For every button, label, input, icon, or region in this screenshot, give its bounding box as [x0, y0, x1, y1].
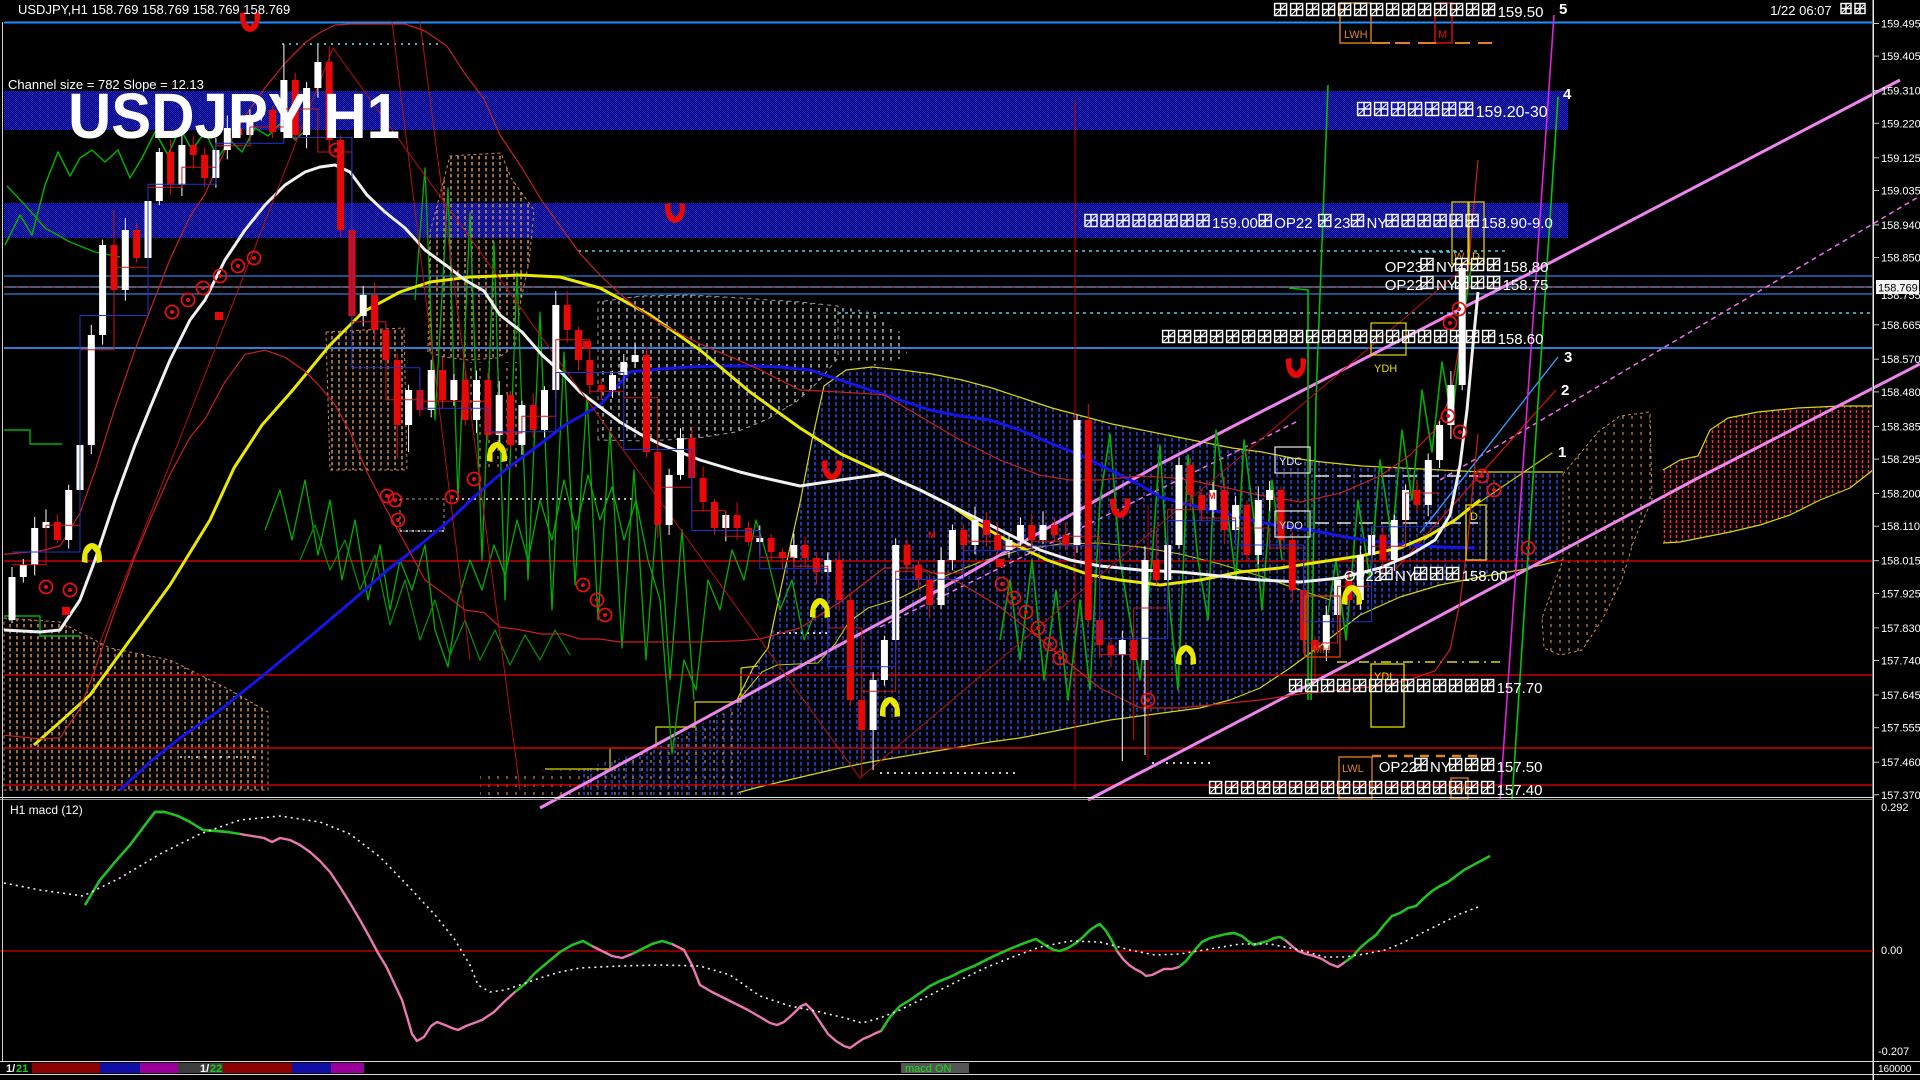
svg-text:158.769: 158.769 [1878, 283, 1918, 295]
svg-text:NY: NY [1395, 568, 1416, 585]
svg-text:4: 4 [1563, 86, 1572, 103]
svg-text:158.665: 158.665 [1881, 320, 1920, 332]
svg-text:157.925: 157.925 [1881, 588, 1920, 600]
svg-text:159.00: 159.00 [1212, 215, 1258, 232]
svg-text:157.370: 157.370 [1881, 790, 1920, 802]
svg-text:157.830: 157.830 [1881, 623, 1920, 635]
svg-text:160000: 160000 [1878, 1064, 1912, 1075]
svg-text:NY: NY [1436, 259, 1457, 276]
svg-text:159.220: 159.220 [1881, 118, 1920, 130]
svg-text:OP23: OP23 [1385, 259, 1423, 276]
svg-text:M: M [1208, 491, 1216, 501]
svg-text:159.405: 159.405 [1881, 51, 1920, 63]
svg-text:NY: NY [1430, 759, 1451, 776]
svg-text:YDO: YDO [1279, 520, 1303, 532]
svg-text:158.60: 158.60 [1498, 331, 1544, 348]
svg-text:2: 2 [1561, 382, 1569, 399]
svg-text:158.015: 158.015 [1881, 556, 1920, 568]
svg-text:159.125: 159.125 [1881, 153, 1920, 165]
svg-text:LWH: LWH [1344, 29, 1368, 41]
svg-text:159.20-30: 159.20-30 [1476, 104, 1548, 121]
svg-text:OP22: OP22 [1344, 568, 1382, 585]
svg-text:0.292: 0.292 [1881, 802, 1909, 814]
svg-text:22: 22 [210, 1063, 222, 1075]
svg-text:23: 23 [1334, 215, 1351, 232]
svg-text:158.295: 158.295 [1881, 454, 1920, 466]
svg-text:159.310: 159.310 [1881, 86, 1920, 98]
svg-text:D: D [1470, 511, 1478, 523]
svg-text:1: 1 [1558, 444, 1566, 461]
svg-text:M: M [928, 530, 936, 540]
svg-text:NY: NY [1367, 215, 1388, 232]
svg-text:157.740: 157.740 [1881, 656, 1920, 668]
svg-text:158.110: 158.110 [1881, 521, 1920, 533]
svg-text:macd ON: macd ON [905, 1063, 952, 1075]
svg-text:-0.207: -0.207 [1878, 1046, 1909, 1058]
svg-text:1/22 06:07: 1/22 06:07 [1770, 3, 1831, 18]
svg-text:OP22: OP22 [1385, 277, 1423, 294]
svg-text:158.385: 158.385 [1881, 421, 1920, 433]
svg-text:21: 21 [16, 1063, 28, 1075]
svg-text:D: D [1472, 251, 1480, 263]
svg-text:NY: NY [1436, 277, 1457, 294]
svg-text:157.555: 157.555 [1881, 723, 1920, 735]
svg-text:157.40: 157.40 [1497, 782, 1543, 799]
svg-text:159.035: 159.035 [1881, 185, 1920, 197]
svg-text:157.460: 157.460 [1881, 757, 1920, 769]
svg-text:1/: 1/ [200, 1063, 209, 1075]
svg-text:YDC: YDC [1279, 456, 1302, 468]
svg-text:LWL: LWL [1342, 763, 1364, 775]
svg-text:157.645: 157.645 [1881, 690, 1920, 702]
svg-text:USDJPY,H1 158.769 158.769 158: USDJPY,H1 158.769 158.769 158.769 158.76… [18, 2, 290, 17]
svg-text:158.75: 158.75 [1503, 277, 1549, 294]
svg-text:158.850: 158.850 [1881, 253, 1920, 265]
svg-text:158.00: 158.00 [1462, 568, 1508, 585]
svg-text:LMH: LMH [1307, 644, 1330, 656]
svg-text:3: 3 [1564, 349, 1572, 366]
svg-text:158.80: 158.80 [1503, 259, 1549, 276]
svg-text:157.50: 157.50 [1497, 759, 1543, 776]
svg-text:OP22: OP22 [1274, 215, 1312, 232]
svg-text:YDH: YDH [1374, 363, 1397, 375]
svg-text:159.495: 159.495 [1881, 19, 1920, 31]
svg-text:157.70: 157.70 [1497, 680, 1543, 697]
svg-text:158.480: 158.480 [1881, 387, 1920, 399]
svg-text:158.940: 158.940 [1881, 220, 1920, 232]
svg-text:158.200: 158.200 [1881, 489, 1920, 501]
svg-text:USDJPY H1: USDJPY H1 [68, 80, 400, 152]
svg-text:158.570: 158.570 [1881, 354, 1920, 366]
svg-text:1/: 1/ [6, 1063, 15, 1075]
svg-text:OP22: OP22 [1379, 759, 1417, 776]
svg-text:H1 macd (12): H1 macd (12) [10, 803, 83, 817]
svg-text:159.50: 159.50 [1498, 4, 1544, 21]
svg-text:158.90-9.0: 158.90-9.0 [1481, 215, 1553, 232]
svg-text:0.00: 0.00 [1881, 945, 1902, 957]
svg-text:5: 5 [1559, 1, 1567, 18]
svg-text:M: M [1438, 29, 1447, 41]
